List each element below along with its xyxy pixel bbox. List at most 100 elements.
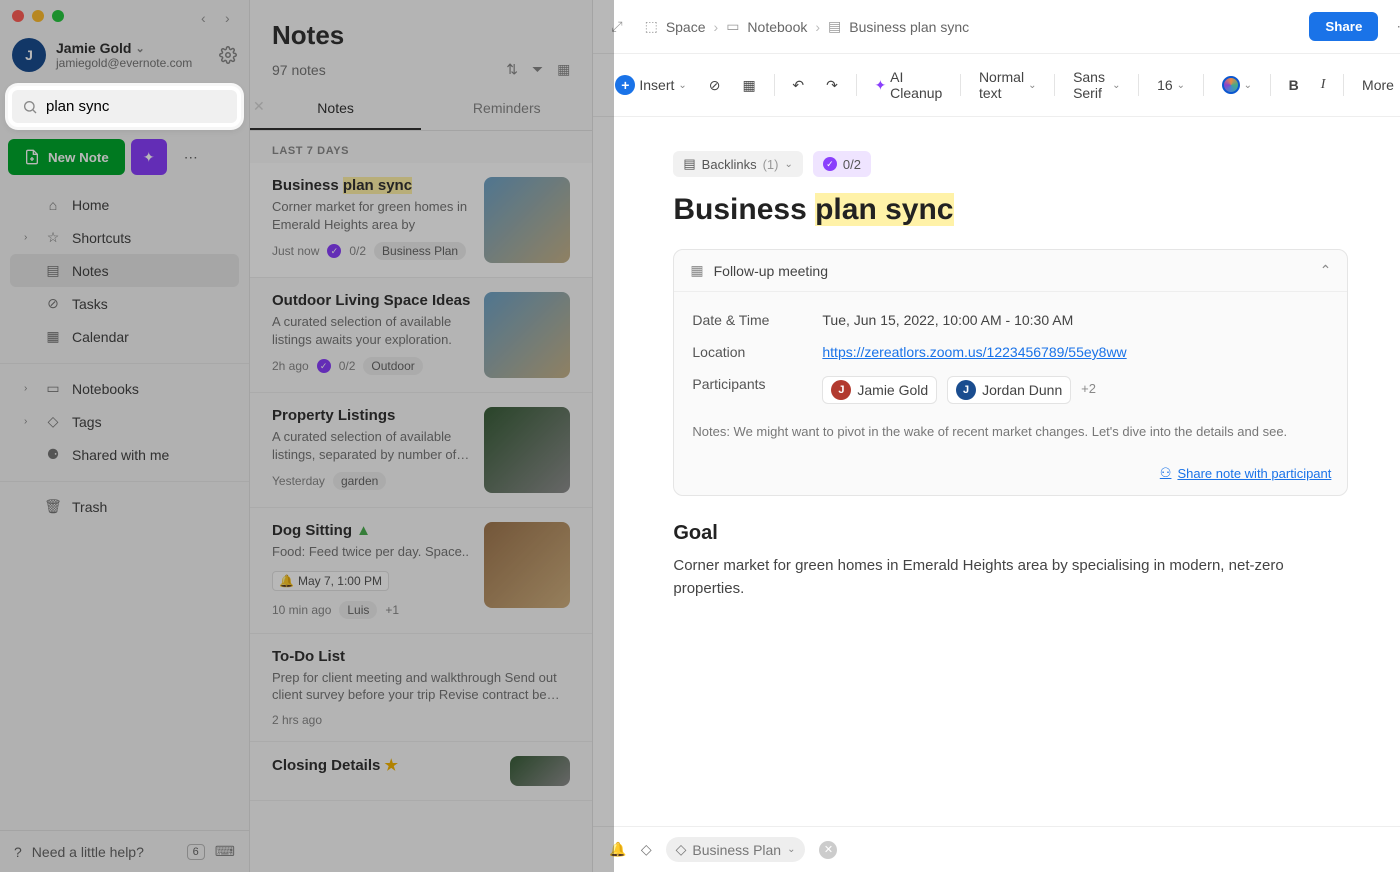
editor-toolbar: +Insert⌄ ⊘ ▦ ↶ ↷ ✦AI Cleanup Normal text… <box>593 54 1400 117</box>
note-item[interactable]: Outdoor Living Space Ideas A curated sel… <box>250 278 592 393</box>
task-progress-pill[interactable]: ✓ 0/2 <box>813 151 871 177</box>
chevron-right-icon[interactable]: › <box>24 383 34 394</box>
insert-button[interactable]: +Insert⌄ <box>607 70 694 100</box>
home-icon: ⌂ <box>44 197 62 213</box>
note-item-plus: +1 <box>385 603 399 617</box>
sparkle-icon: ✦ <box>874 77 886 94</box>
note-icon: ▤ <box>828 18 841 35</box>
nav-forward-icon[interactable]: › <box>225 10 237 22</box>
calendar-icon[interactable]: ▦ <box>735 72 764 99</box>
share-button[interactable]: Share <box>1309 12 1378 41</box>
section-heading-goal[interactable]: Goal <box>673 522 1348 545</box>
nav-trash[interactable]: 🗑Trash <box>10 490 239 523</box>
backlinks-pill[interactable]: ▤ Backlinks(1) ⌄ <box>673 151 803 177</box>
nav-notes[interactable]: ▤Notes <box>10 254 239 287</box>
minimize-window-icon[interactable] <box>32 10 44 22</box>
meeting-location-label: Location <box>692 344 822 360</box>
note-item-tag[interactable]: Outdoor <box>363 357 422 375</box>
group-label: LAST 7 DAYS <box>250 131 592 163</box>
avatar: J <box>956 380 976 400</box>
filter-icon[interactable]: ⏷ <box>532 61 543 78</box>
remove-tag-icon[interactable]: ✕ <box>819 841 837 859</box>
nav-shared[interactable]: ⚈Shared with me <box>10 438 239 471</box>
settings-icon[interactable] <box>219 46 237 64</box>
close-window-icon[interactable] <box>12 10 24 22</box>
document-body[interactable]: ▤ Backlinks(1) ⌄ ✓ 0/2 Business plan syn… <box>593 117 1400 826</box>
text-color-button[interactable]: ⌄ <box>1214 71 1260 99</box>
tab-notes[interactable]: Notes <box>250 88 421 130</box>
nav-tasks[interactable]: ⊘Tasks <box>10 287 239 320</box>
bold-button[interactable]: B <box>1281 72 1307 98</box>
tab-reminders[interactable]: Reminders <box>421 88 592 130</box>
keyboard-icon[interactable]: ⌨ <box>215 843 235 860</box>
clear-search-icon[interactable]: ✕ <box>253 98 265 115</box>
color-swatch-icon <box>1222 76 1240 94</box>
meeting-location-link[interactable]: https://zereatlors.zoom.us/1223456789/55… <box>822 344 1126 360</box>
note-item-tag[interactable]: garden <box>333 472 386 490</box>
new-note-button[interactable]: New Note <box>8 139 125 175</box>
sort-icon[interactable]: ⇅ <box>506 61 518 78</box>
task-progress: 0/2 <box>349 244 366 258</box>
reminder-chip[interactable]: 🔔May 7, 1:00 PM <box>272 571 389 591</box>
meeting-date-value: Tue, Jun 15, 2022, 10:00 AM - 10:30 AM <box>822 312 1073 328</box>
italic-button[interactable]: I <box>1313 72 1334 98</box>
note-item-author: Luis <box>339 601 377 619</box>
share-with-participant-link[interactable]: ⚇Share note with participant <box>1160 465 1332 481</box>
meeting-card-header[interactable]: ▦ Follow-up meeting ⌃ <box>674 250 1347 292</box>
participant-chip[interactable]: JJamie Gold <box>822 376 937 404</box>
more-menu-icon[interactable]: ⋯ <box>1396 18 1400 35</box>
avatar: J <box>831 380 851 400</box>
nav-notebooks[interactable]: ›▭Notebooks <box>10 372 239 405</box>
chevron-up-icon[interactable]: ⌃ <box>1320 262 1332 279</box>
add-tag-icon[interactable]: ◇ <box>641 841 652 858</box>
footer-tag-chip[interactable]: ◇ Business Plan ⌄ <box>666 837 806 862</box>
maximize-window-icon[interactable] <box>52 10 64 22</box>
task-progress-icon: ✓ <box>327 244 341 258</box>
font-family-select[interactable]: Sans Serif⌄ <box>1065 64 1128 106</box>
note-thumbnail <box>484 292 570 378</box>
note-item[interactable]: Business plan sync Corner market for gre… <box>250 163 592 278</box>
chevron-right-icon[interactable]: › <box>24 232 34 243</box>
nav-tags[interactable]: ›◇Tags <box>10 405 239 438</box>
nav-back-icon[interactable]: ‹ <box>201 10 213 22</box>
help-icon: ? <box>14 844 22 860</box>
more-format-button[interactable]: More⌄ <box>1354 72 1400 98</box>
note-item-tag[interactable]: Business Plan <box>374 242 466 260</box>
add-reminder-icon[interactable]: 🔔 <box>609 841 626 858</box>
nav-calendar[interactable]: ▦Calendar <box>10 320 239 353</box>
keyboard-hint: 6 <box>187 844 205 860</box>
meeting-heading: Follow-up meeting <box>714 263 828 279</box>
ai-quick-button[interactable]: ✦ <box>131 139 167 175</box>
note-item[interactable]: Dog Sitting ▲ Food: Feed twice per day. … <box>250 508 592 634</box>
goal-paragraph[interactable]: Corner market for green homes in Emerald… <box>673 555 1348 600</box>
more-create-button[interactable]: ⋯ <box>173 139 209 175</box>
crumb-note[interactable]: Business plan sync <box>849 19 969 35</box>
nav-shortcuts[interactable]: ›☆Shortcuts <box>10 221 239 254</box>
help-label[interactable]: Need a little help? <box>32 844 144 860</box>
expand-icon[interactable]: ⤢ <box>611 18 622 35</box>
participants-more[interactable]: +2 <box>1081 381 1096 396</box>
task-icon[interactable]: ⊘ <box>701 72 729 99</box>
nav-home[interactable]: ⌂Home <box>10 189 239 221</box>
search-input[interactable] <box>46 98 245 115</box>
redo-icon[interactable]: ↷ <box>818 72 846 99</box>
note-item[interactable]: Property Listings A curated selection of… <box>250 393 592 508</box>
crumb-notebook[interactable]: Notebook <box>747 19 807 35</box>
ai-cleanup-button[interactable]: ✦AI Cleanup <box>866 64 950 106</box>
note-thumbnail <box>484 407 570 493</box>
nav-label: Trash <box>72 499 107 515</box>
note-item[interactable]: Closing Details ★ <box>250 742 592 801</box>
paragraph-style-select[interactable]: Normal text⌄ <box>971 64 1045 106</box>
account-switcher[interactable]: J Jamie Gold⌄ jamiegold@evernote.com <box>0 32 249 82</box>
note-title[interactable]: Business plan sync <box>673 193 1348 227</box>
nav-label: Tasks <box>72 296 108 312</box>
user-email: jamiegold@evernote.com <box>56 56 192 70</box>
link-icon: ▤ <box>683 156 695 172</box>
undo-icon[interactable]: ↶ <box>784 72 812 99</box>
note-item[interactable]: To-Do List Prep for client meeting and w… <box>250 634 592 742</box>
font-size-select[interactable]: 16⌄ <box>1149 72 1193 98</box>
chevron-right-icon[interactable]: › <box>24 416 34 427</box>
view-grid-icon[interactable]: ▦ <box>557 61 570 78</box>
crumb-space[interactable]: Space <box>666 19 706 35</box>
participant-chip[interactable]: JJordan Dunn <box>947 376 1071 404</box>
